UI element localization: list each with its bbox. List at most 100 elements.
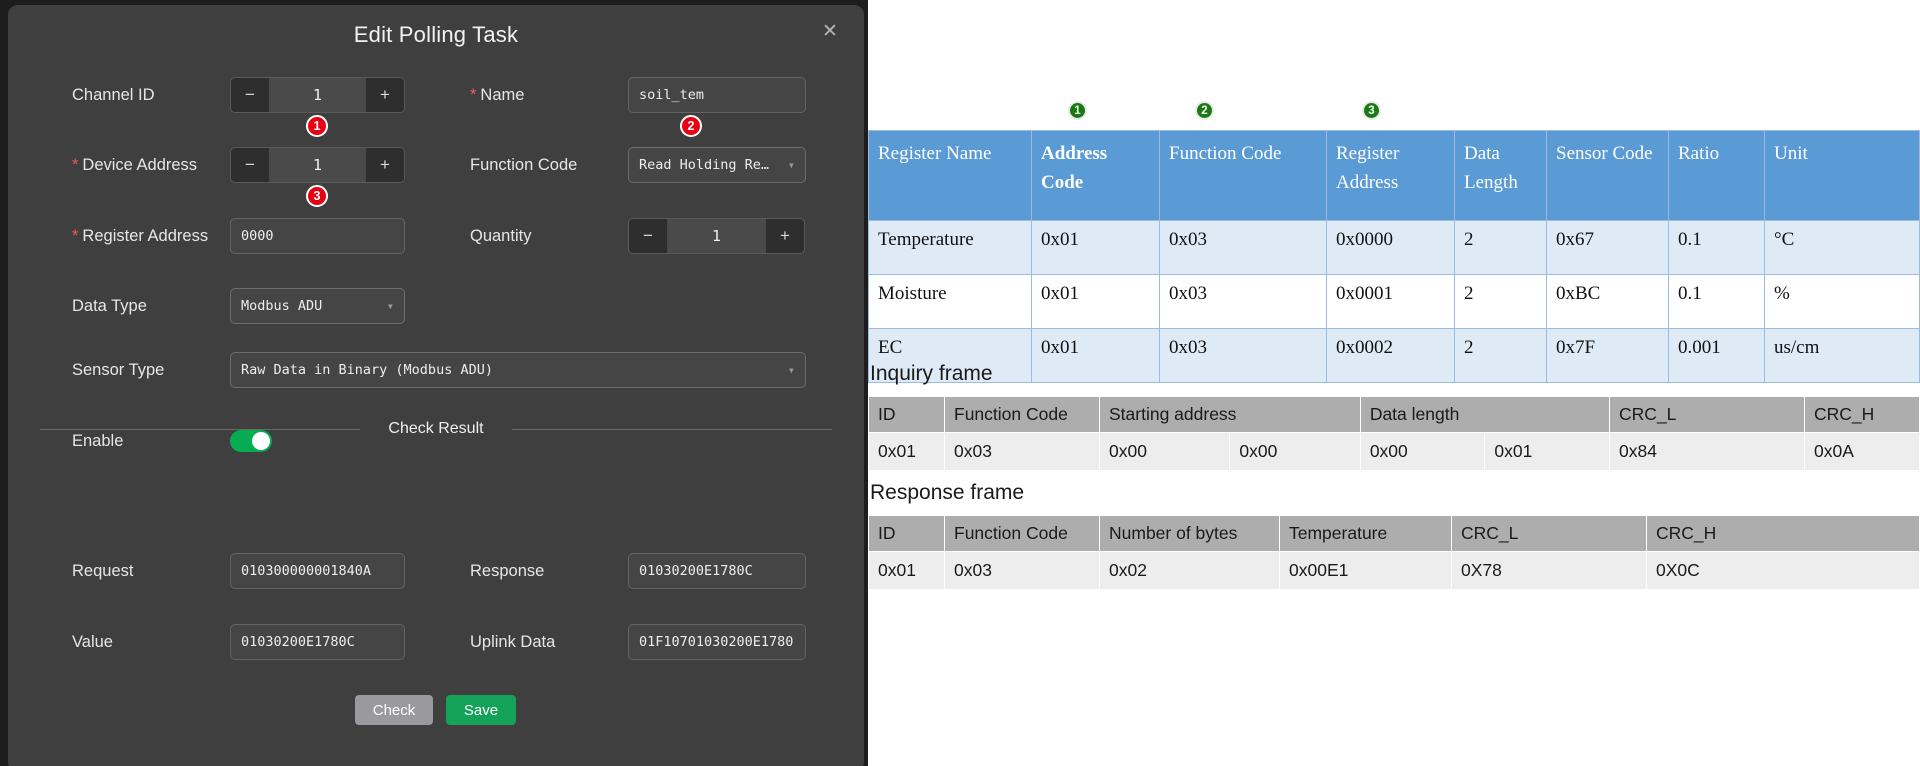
- cell-register-address: 0x0002: [1326, 328, 1455, 383]
- response-frame-table: ID Function Code Number of bytes Tempera…: [868, 515, 1920, 590]
- name-input[interactable]: soil_tem: [628, 77, 806, 113]
- col-function-code: Function Code: [944, 396, 1100, 433]
- save-button[interactable]: Save: [446, 695, 516, 725]
- col-function-code: Function Code: [1159, 130, 1327, 221]
- col-id: ID: [868, 396, 945, 433]
- cell-register-name: Temperature: [868, 220, 1032, 275]
- device-address-value[interactable]: 1: [269, 148, 366, 182]
- data-type-select[interactable]: Modbus ADU ▾: [230, 288, 405, 324]
- cell-address-code: 0x01: [1031, 220, 1160, 275]
- doc-annotation-badge-3: 3: [1362, 101, 1381, 120]
- cell-function-code: 0x03: [1159, 328, 1327, 383]
- cell-function-code: 0x03: [944, 551, 1100, 590]
- col-crc-l: CRC_L: [1451, 515, 1647, 552]
- table-header-row: Register Name Address Code Function Code…: [868, 130, 1920, 221]
- close-icon[interactable]: ✕: [820, 22, 840, 42]
- col-number-of-bytes: Number of bytes: [1099, 515, 1280, 552]
- data-type-value: Modbus ADU: [241, 298, 323, 314]
- document-panel: 1 2 3 Register Name Address Code Functio…: [868, 0, 1920, 766]
- sensor-type-select[interactable]: Raw Data in Binary (Modbus ADU) ▾: [230, 352, 806, 388]
- check-button[interactable]: Check: [355, 695, 433, 725]
- col-data-length: Data length: [1359, 396, 1611, 433]
- channel-id-value[interactable]: 1: [269, 78, 366, 112]
- quantity-increment-button[interactable]: +: [766, 219, 804, 253]
- device-address-stepper[interactable]: − 1 +: [230, 147, 405, 183]
- cell-function-code: 0x03: [1159, 220, 1327, 275]
- check-result-caption: Check Result: [388, 420, 484, 437]
- col-data-length: Data Length: [1454, 130, 1547, 221]
- doc-annotation-badge-1: 1: [1068, 101, 1087, 120]
- cell-unit: us/cm: [1764, 328, 1920, 383]
- quantity-decrement-button[interactable]: −: [629, 219, 667, 253]
- cell-function-code: 0x03: [944, 432, 1100, 471]
- cell-id: 0x01: [868, 551, 945, 590]
- page-title: Edit Polling Task: [353, 22, 519, 47]
- annotation-badge-2: 2: [680, 115, 702, 137]
- cell-data-length-hi: 0x00: [1359, 432, 1486, 471]
- function-code-label: Function Code: [470, 156, 578, 174]
- value-label: Value: [72, 633, 113, 651]
- col-temperature: Temperature: [1279, 515, 1452, 552]
- function-code-select[interactable]: Read Holding Re… ▾: [628, 147, 806, 183]
- table-row: 0x01 0x03 0x02 0x00E1 0X78 0X0C: [868, 551, 1920, 590]
- register-address-input[interactable]: 0000: [230, 218, 405, 254]
- quantity-stepper[interactable]: − 1 +: [628, 218, 805, 254]
- cell-register-address: 0x0000: [1326, 220, 1455, 275]
- edit-polling-task-dialog: Edit Polling Task ✕ Channel ID − 1 + 1 *…: [8, 5, 864, 766]
- col-address-code: Address Code: [1031, 130, 1160, 221]
- device-address-increment-button[interactable]: +: [366, 148, 404, 182]
- request-input[interactable]: 010300000001840A: [230, 553, 405, 589]
- quantity-value[interactable]: 1: [667, 219, 766, 253]
- cell-id: 0x01: [868, 432, 945, 471]
- channel-id-decrement-button[interactable]: −: [231, 78, 269, 112]
- col-crc-h: CRC_H: [1804, 396, 1920, 433]
- uplink-data-input[interactable]: 01F10701030200E1780: [628, 624, 806, 660]
- check-result-divider: Check Result: [24, 420, 848, 438]
- response-label: Response: [470, 562, 545, 580]
- table-row: 0x01 0x03 0x00 0x00 0x00 0x01 0x84 0x0A: [868, 432, 1920, 471]
- value-input[interactable]: 01030200E1780C: [230, 624, 405, 660]
- channel-id-increment-button[interactable]: +: [366, 78, 404, 112]
- cell-data-length-lo: 0x01: [1484, 432, 1611, 471]
- cell-ratio: 0.1: [1668, 274, 1765, 329]
- cell-sensor-code: 0x67: [1546, 220, 1669, 275]
- channel-id-label: Channel ID: [72, 86, 155, 104]
- device-address-required-marker: *: [72, 156, 79, 174]
- inquiry-frame-title: Inquiry frame: [870, 362, 993, 385]
- col-function-code: Function Code: [944, 515, 1100, 552]
- cell-sensor-code: 0xBC: [1546, 274, 1669, 329]
- data-type-label: Data Type: [72, 297, 147, 315]
- name-label: * Name: [470, 86, 525, 104]
- doc-annotation-badge-2: 2: [1195, 101, 1214, 120]
- cell-temperature: 0x00E1: [1279, 551, 1452, 590]
- cell-address-code: 0x01: [1031, 274, 1160, 329]
- cell-number-of-bytes: 0x02: [1099, 551, 1280, 590]
- request-label: Request: [72, 562, 134, 580]
- table-row: Temperature 0x01 0x03 0x0000 2 0x67 0.1 …: [868, 220, 1920, 275]
- table-row: EC 0x01 0x03 0x0002 2 0x7F 0.001 us/cm: [868, 328, 1920, 383]
- name-required-marker: *: [470, 86, 477, 104]
- col-register-address: Register Address: [1326, 130, 1455, 221]
- cell-register-name: Moisture: [868, 274, 1032, 329]
- table-row: Moisture 0x01 0x03 0x0001 2 0xBC 0.1 %: [868, 274, 1920, 329]
- channel-id-stepper[interactable]: − 1 +: [230, 77, 405, 113]
- col-crc-l: CRC_L: [1609, 396, 1806, 433]
- response-input[interactable]: 01030200E1780C: [628, 553, 806, 589]
- device-address-decrement-button[interactable]: −: [231, 148, 269, 182]
- quantity-label: Quantity: [470, 227, 532, 245]
- inquiry-frame-table: ID Function Code Starting address Data l…: [868, 396, 1920, 471]
- response-frame-title: Response frame: [870, 481, 1025, 504]
- chevron-down-icon: ▾: [386, 299, 394, 313]
- chevron-down-icon: ▾: [787, 363, 795, 377]
- cell-starting-address-lo: 0x00: [1229, 432, 1361, 471]
- col-starting-address: Starting address: [1099, 396, 1361, 433]
- cell-crc-l: 0x84: [1609, 432, 1806, 471]
- uplink-data-label: Uplink Data: [470, 633, 556, 651]
- col-crc-h: CRC_H: [1646, 515, 1920, 552]
- register-address-label: * Register Address: [72, 227, 209, 245]
- cell-crc-h: 0x0A: [1804, 432, 1920, 471]
- function-code-value: Read Holding Re…: [639, 157, 770, 173]
- sensor-type-value: Raw Data in Binary (Modbus ADU): [241, 362, 493, 378]
- table-header-row: ID Function Code Starting address Data l…: [868, 396, 1920, 433]
- cell-function-code: 0x03: [1159, 274, 1327, 329]
